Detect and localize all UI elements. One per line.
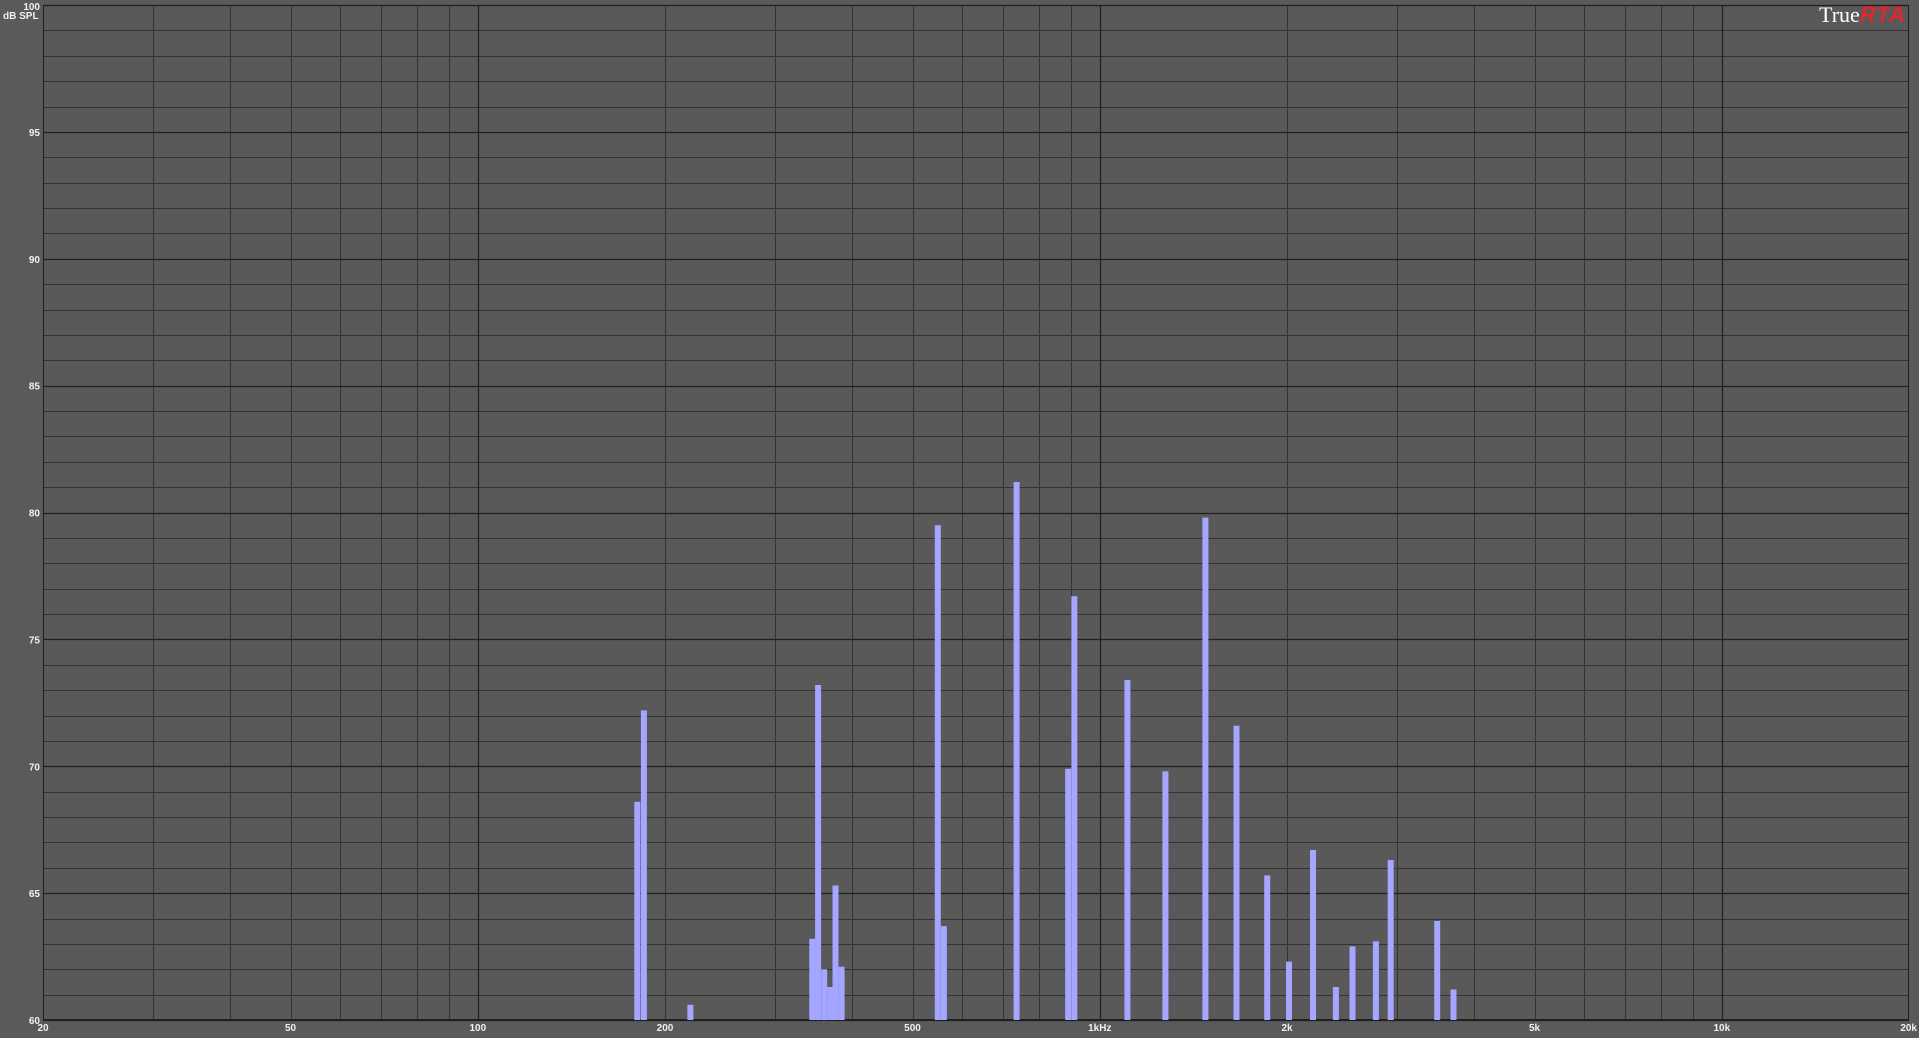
brand-rta-text: RTA (1859, 2, 1906, 27)
x-tick-label: 5k (1529, 1023, 1541, 1033)
spectrum-bar (838, 966, 845, 1020)
spectrum-bar (1332, 987, 1339, 1020)
y-tick-label: 70 (29, 762, 41, 773)
x-tick-label: 2k (1281, 1023, 1293, 1033)
y-axis-tick-labels: 6065707580859095100 (23, 2, 40, 1027)
x-tick-label: 500 (904, 1023, 921, 1033)
spectrum-bar (940, 926, 947, 1020)
y-tick-label: 60 (29, 1016, 41, 1027)
spectrum-bar (821, 969, 828, 1021)
spectrum-bar (1286, 961, 1292, 1020)
x-tick-label: 10k (1713, 1023, 1730, 1033)
y-tick-label: 95 (29, 128, 41, 139)
spectrum-bar (634, 801, 641, 1020)
x-tick-label: 20k (1900, 1023, 1917, 1033)
y-axis-label: dB SPL (3, 11, 39, 22)
spectrum-chart: 20 50 100 200 500 1kHz 2k 5k 10k 20k 606570758085… (3, 2, 1917, 1034)
spectrum-bar (832, 885, 839, 1020)
spectrum-bar (1162, 771, 1169, 1020)
y-tick-label: 65 (29, 889, 41, 900)
spectrum-bar (1349, 946, 1356, 1020)
spectrum-bar (1233, 725, 1240, 1020)
y-tick-label: 80 (29, 509, 41, 520)
brand-true-text: True (1819, 2, 1860, 27)
y-tick-label: 90 (29, 255, 41, 266)
truerta-logo: TrueRTA (1819, 2, 1906, 28)
spectrum-bar (809, 938, 816, 1020)
y-tick-label: 85 (29, 382, 41, 393)
spectrum-bar (640, 710, 647, 1020)
spectrum-bar (1065, 768, 1072, 1020)
x-tick-label: 1kHz (1088, 1023, 1111, 1033)
spectrum-bar (687, 1004, 694, 1020)
spectrum-bar (1450, 989, 1457, 1020)
spectrum-bar (1264, 875, 1271, 1020)
x-tick-label: 100 (469, 1023, 486, 1033)
spectrum-bar (934, 525, 941, 1020)
spectrum-bar (1387, 860, 1394, 1020)
spectrum-bar (1372, 941, 1379, 1020)
spectrum-bar (1310, 850, 1316, 1020)
spectrum-bar (1071, 596, 1078, 1020)
spectrum-bar (1013, 482, 1020, 1020)
rta-window: 20 50 100 200 500 1kHz 2k 5k 10k 20k 60 65 70 75 80 85… (0, 0, 1919, 1034)
x-tick-label: 200 (657, 1023, 674, 1033)
spectrum-bar (815, 685, 822, 1020)
spectrum-bar (1434, 921, 1441, 1020)
spectrum-bar (827, 987, 834, 1020)
y-tick-label: 75 (29, 635, 41, 646)
x-axis-tick-labels: 20 50 100 200 500 1kHz 2k 5k 10k 20k (37, 1023, 1917, 1034)
spectrum-bar (1124, 680, 1131, 1020)
x-tick-label: 50 (285, 1023, 297, 1033)
spectrum-bar (1202, 517, 1209, 1020)
